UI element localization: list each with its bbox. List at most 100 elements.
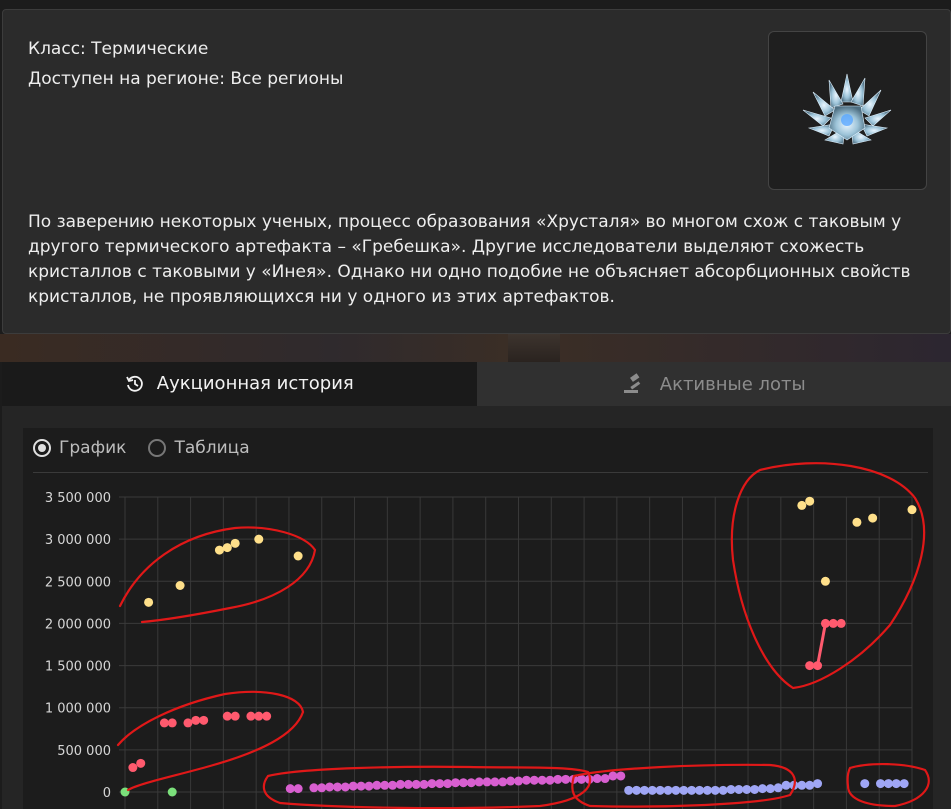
data-point[interactable] [159, 718, 169, 728]
data-point[interactable] [805, 496, 815, 506]
data-point[interactable] [372, 780, 382, 790]
data-point[interactable] [183, 718, 193, 728]
data-point[interactable] [443, 779, 453, 789]
data-point[interactable] [639, 785, 649, 795]
data-point[interactable] [773, 783, 783, 793]
data-point[interactable] [726, 784, 736, 794]
data-point[interactable] [451, 778, 461, 788]
data-point[interactable] [222, 711, 232, 721]
data-point[interactable] [600, 774, 610, 784]
data-point[interactable] [167, 787, 177, 797]
data-point[interactable] [380, 780, 390, 790]
data-point[interactable] [899, 779, 909, 789]
data-point[interactable] [750, 784, 760, 794]
data-point[interactable] [592, 774, 602, 784]
data-point[interactable] [348, 781, 358, 791]
data-point[interactable] [797, 780, 807, 790]
data-point[interactable] [419, 779, 429, 789]
data-point[interactable] [340, 782, 350, 792]
data-point[interactable] [805, 780, 815, 790]
data-point[interactable] [435, 779, 445, 789]
data-point[interactable] [883, 779, 893, 789]
data-point[interactable] [718, 785, 728, 795]
data-point[interactable] [175, 581, 185, 590]
data-point[interactable] [128, 763, 138, 773]
data-point[interactable] [144, 597, 154, 607]
data-point[interactable] [214, 545, 224, 555]
data-point[interactable] [254, 534, 264, 544]
data-point[interactable] [561, 774, 571, 784]
data-point[interactable] [553, 774, 563, 784]
y-tick-label: 3 500 000 [45, 491, 111, 506]
data-point[interactable] [632, 785, 642, 795]
data-point[interactable] [671, 785, 681, 795]
data-point[interactable] [781, 780, 791, 790]
data-point[interactable] [285, 784, 295, 794]
data-point[interactable] [647, 785, 657, 795]
data-point[interactable] [293, 784, 303, 794]
data-point[interactable] [466, 778, 476, 788]
data-point[interactable] [820, 576, 830, 586]
data-point[interactable] [293, 551, 303, 561]
data-point[interactable] [458, 778, 468, 788]
data-point[interactable] [529, 775, 539, 785]
data-point[interactable] [805, 661, 815, 671]
data-point[interactable] [411, 779, 421, 789]
data-point[interactable] [498, 777, 508, 787]
data-point[interactable] [852, 517, 862, 527]
data-point[interactable] [506, 776, 516, 786]
data-point[interactable] [222, 543, 232, 553]
data-point[interactable] [876, 779, 886, 789]
data-point[interactable] [679, 785, 689, 795]
data-point[interactable] [820, 618, 830, 628]
data-point[interactable] [325, 782, 335, 792]
data-point[interactable] [356, 781, 366, 791]
data-point[interactable] [395, 779, 405, 789]
data-point[interactable] [490, 777, 500, 787]
data-point[interactable] [695, 785, 705, 795]
data-point[interactable] [317, 783, 327, 793]
data-point[interactable] [687, 785, 697, 795]
data-point[interactable] [482, 777, 492, 787]
data-point[interactable] [537, 775, 547, 785]
data-point[interactable] [860, 779, 870, 789]
data-point[interactable] [167, 718, 177, 728]
data-point[interactable] [136, 758, 146, 768]
data-point[interactable] [616, 771, 626, 781]
data-point[interactable] [403, 779, 413, 789]
data-point[interactable] [254, 711, 264, 721]
data-point[interactable] [246, 711, 256, 721]
data-point[interactable] [230, 538, 240, 548]
data-point[interactable] [797, 500, 807, 510]
data-point[interactable] [710, 785, 720, 795]
data-point[interactable] [388, 780, 398, 790]
data-point[interactable] [891, 779, 901, 789]
data-point[interactable] [624, 785, 634, 795]
data-point[interactable] [514, 776, 523, 786]
data-point[interactable] [663, 785, 673, 795]
data-point[interactable] [813, 779, 823, 789]
data-point[interactable] [309, 783, 319, 793]
data-point[interactable] [757, 784, 767, 794]
data-point[interactable] [332, 782, 342, 792]
data-point[interactable] [521, 775, 531, 785]
data-point[interactable] [427, 779, 437, 789]
data-point[interactable] [828, 618, 838, 628]
data-point[interactable] [765, 784, 775, 794]
data-point[interactable] [813, 661, 823, 671]
data-point[interactable] [742, 784, 752, 794]
data-point[interactable] [191, 715, 201, 725]
data-point[interactable] [262, 711, 272, 721]
data-point[interactable] [230, 711, 240, 721]
data-point[interactable] [545, 775, 555, 785]
data-point[interactable] [364, 781, 374, 791]
data-point[interactable] [199, 715, 209, 725]
data-point[interactable] [474, 777, 484, 787]
data-point[interactable] [836, 618, 846, 628]
data-point[interactable] [734, 784, 744, 794]
data-point[interactable] [608, 771, 618, 781]
data-point[interactable] [868, 513, 878, 523]
data-point[interactable] [702, 785, 712, 795]
data-point[interactable] [907, 505, 917, 515]
data-point[interactable] [655, 785, 665, 795]
